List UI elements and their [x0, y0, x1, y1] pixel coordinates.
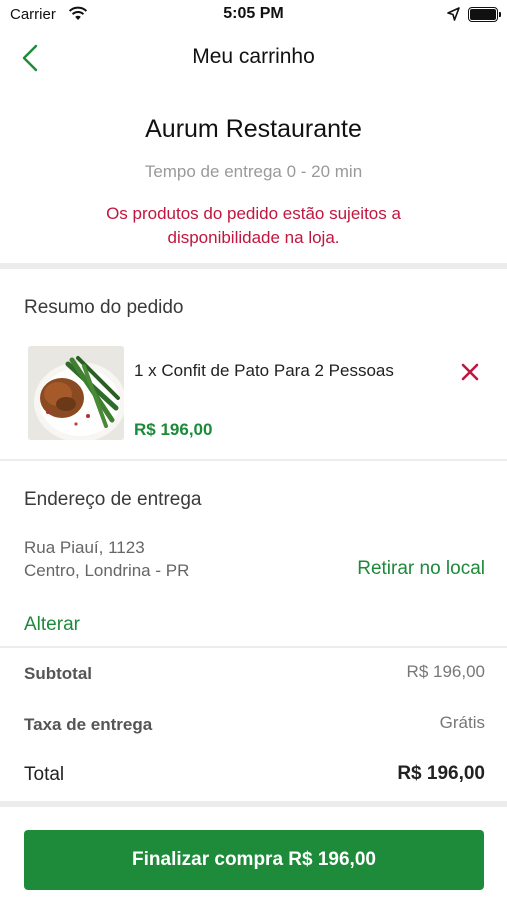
delivery-fee-value: Grátis — [439, 713, 485, 732]
subtotal-label: Subtotal — [24, 664, 92, 683]
total-value: R$ 196,00 — [397, 763, 485, 784]
battery-icon — [468, 7, 501, 22]
address-street: Rua Piauí, 1123 — [24, 538, 145, 557]
total-label: Total — [24, 764, 65, 785]
item-photo — [28, 346, 124, 440]
delivery-address-title: Endereço de entrega — [24, 489, 202, 510]
availability-line-1: Os produtos do pedido estão sujeitos a — [106, 204, 401, 223]
item-name: 1 x Confit de Pato Para 2 Pessoas — [134, 361, 394, 380]
subtotal-value: R$ 196,00 — [406, 662, 485, 681]
availability-line-2: disponibilidade na loja. — [167, 228, 340, 247]
availability-notice: Os produtos do pedido estão sujeitos a d… — [40, 202, 467, 250]
order-summary-title: Resumo do pedido — [24, 297, 184, 318]
restaurant-name: Aurum Restaurante — [145, 115, 362, 143]
location-arrow-icon — [447, 7, 460, 26]
navigation-bar: Meu carrinho — [0, 30, 507, 86]
section-divider — [0, 263, 507, 269]
section-divider — [0, 646, 507, 648]
change-address-link[interactable]: Alterar — [24, 614, 80, 636]
clock: 5:05 PM — [223, 5, 284, 22]
delivery-fee-label: Taxa de entrega — [24, 715, 153, 734]
delivery-time: Tempo de entrega 0 - 20 min — [144, 162, 363, 181]
close-icon — [461, 363, 479, 381]
section-divider — [0, 459, 507, 461]
pickup-in-store-button[interactable]: Retirar no local — [357, 558, 485, 580]
checkout-button[interactable]: Finalizar compra R$ 196,00 — [24, 830, 484, 890]
address-city: Centro, Londrina - PR — [24, 561, 190, 580]
page-title: Meu carrinho — [192, 45, 315, 68]
section-divider — [0, 801, 507, 807]
status-bar: Carrier 5:05 PM — [0, 0, 507, 30]
item-price: R$ 196,00 — [134, 420, 213, 439]
remove-item-button[interactable] — [458, 360, 482, 384]
